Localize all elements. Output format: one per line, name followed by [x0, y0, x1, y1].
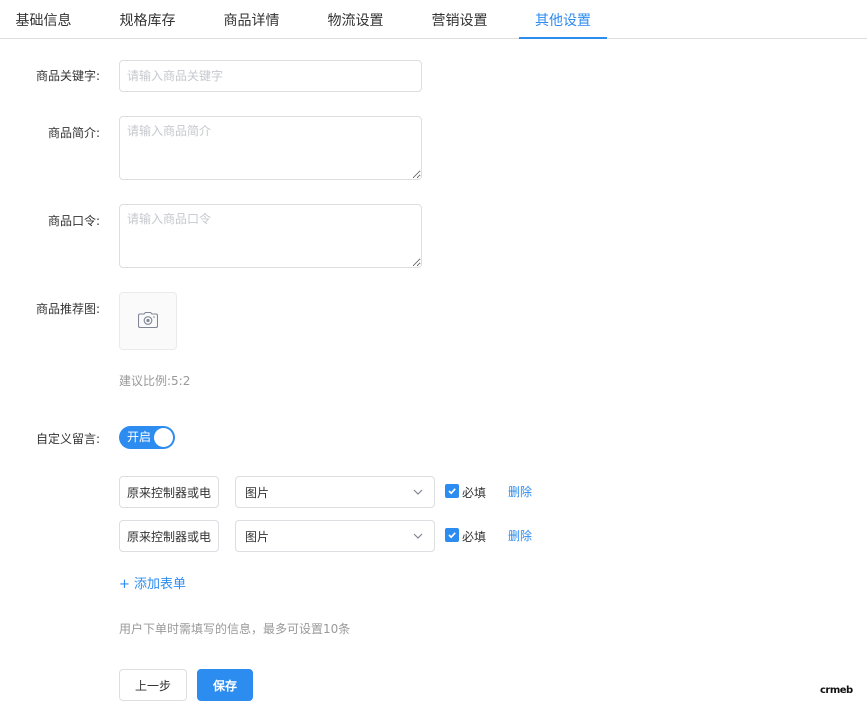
recommend-image-label: 商品推荐图:: [35, 302, 100, 316]
tab-bar: 基础信息 规格库存 商品详情 物流设置 营销设置 其他设置: [0, 0, 867, 39]
message-type-select-1[interactable]: 图片: [235, 476, 435, 508]
token-textarea[interactable]: [119, 204, 422, 268]
switch-knob: [154, 428, 173, 447]
select-value: 图片: [245, 485, 270, 500]
required-label-2[interactable]: 必填: [462, 528, 486, 545]
tab-spec-stock[interactable]: 规格库存: [119, 0, 176, 39]
keyword-input[interactable]: [119, 60, 422, 92]
message-type-select-2[interactable]: 图片: [235, 520, 435, 552]
chevron-down-icon: [412, 486, 424, 501]
select-value: 图片: [245, 529, 270, 544]
check-icon: [448, 488, 456, 495]
prev-step-button[interactable]: 上一步: [119, 669, 187, 701]
delete-link-1[interactable]: 删除: [508, 483, 532, 500]
required-checkbox-2[interactable]: [445, 528, 459, 542]
delete-link-2[interactable]: 删除: [508, 527, 532, 544]
image-ratio-hint: 建议比例:5:2: [119, 374, 191, 388]
custom-message-label: 自定义留言:: [35, 432, 100, 446]
tab-logistics[interactable]: 物流设置: [327, 0, 384, 39]
custom-message-note: 用户下单时需填写的信息，最多可设置10条: [119, 622, 351, 636]
tab-product-detail[interactable]: 商品详情: [223, 0, 280, 39]
add-form-link[interactable]: + 添加表单: [119, 573, 186, 592]
camera-icon: [137, 311, 159, 331]
save-button[interactable]: 保存: [197, 669, 253, 701]
tab-basic-info[interactable]: 基础信息: [15, 0, 72, 39]
required-label-1[interactable]: 必填: [462, 484, 486, 501]
custom-message-switch[interactable]: 开启: [119, 426, 175, 449]
tab-other-settings[interactable]: 其他设置: [519, 0, 607, 39]
intro-textarea[interactable]: [119, 116, 422, 180]
token-label: 商品口令:: [47, 214, 100, 228]
check-icon: [448, 532, 456, 539]
tab-marketing[interactable]: 营销设置: [431, 0, 488, 39]
switch-label: 开启: [127, 430, 152, 444]
message-name-input-1[interactable]: [119, 476, 219, 508]
brand-logo: crmeb: [820, 685, 853, 696]
message-name-input-2[interactable]: [119, 520, 219, 552]
keyword-label: 商品关键字:: [35, 69, 100, 83]
image-upload-button[interactable]: [119, 292, 177, 350]
chevron-down-icon: [412, 530, 424, 545]
required-checkbox-1[interactable]: [445, 484, 459, 498]
intro-label: 商品简介:: [47, 126, 100, 140]
